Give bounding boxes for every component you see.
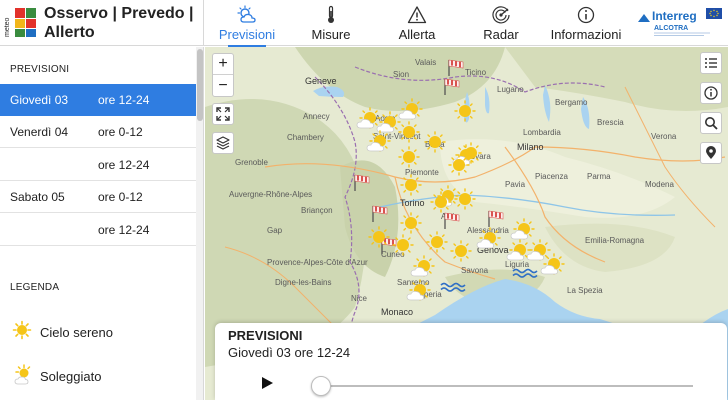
forecast-time: ore 12-24 [98,223,150,237]
forecast-day: Venerdì 04 [10,125,69,139]
sun-cloud-marker[interactable] [511,219,534,239]
forecast-time: ore 0-12 [98,190,143,204]
expand-icon [216,107,230,121]
forecast-item[interactable]: Venerdì 04 ore 0-12 [0,116,196,148]
sun-marker[interactable] [400,212,422,234]
wind-marker[interactable] [487,209,505,229]
sun-cloud-marker[interactable] [477,228,500,248]
forecast-panel: PREVISIONI Giovedì 03 ore 12-24 [215,323,727,400]
tab-misure-label: Misure [311,27,351,42]
interreg-logo[interactable]: Interreg ALCOTRA [636,6,724,38]
tab-radar-label: Radar [483,27,519,42]
forecast-item[interactable]: Sabato 05 ore 0-12 [0,181,196,213]
interreg-name: Interreg [652,9,697,23]
sun-cloud-marker[interactable] [411,256,434,276]
meteo-logo[interactable]: meteo [4,5,38,39]
sea-state-marker[interactable] [512,268,538,278]
radar-icon [492,6,510,24]
zoom-control: + − [212,53,234,97]
thermometer-icon [328,5,334,23]
sidebar-scrollbar[interactable] [196,47,203,400]
timeline-track [313,385,693,387]
legend-label: Cielo sereno [40,325,113,340]
sun-marker[interactable] [368,226,390,248]
sun-cloud-marker[interactable] [367,131,390,151]
layers-icon [216,136,230,150]
tab-allerta[interactable]: Allerta [386,0,448,46]
sun-marker[interactable] [454,188,476,210]
wind-marker[interactable] [371,204,389,224]
sun-cloud-marker[interactable] [399,99,422,119]
zoom-in-button[interactable]: + [213,54,233,75]
legend-item-soleggiato: Soleggiato [12,364,192,390]
legend-heading: LEGENDA [10,282,60,293]
play-icon [262,377,273,389]
sun-cloud-marker[interactable] [507,240,530,260]
tab-misure[interactable]: Misure [300,0,362,46]
wind-marker[interactable] [380,236,398,256]
legend-label: Soleggiato [40,369,102,384]
info-icon [577,6,595,24]
app-header: meteo Osservo | Prevedo | Allerto Previs… [0,0,728,47]
sun-cloud-marker[interactable] [377,112,400,132]
sun-marker[interactable] [400,174,422,196]
sun-cloud-icon [237,5,256,23]
tab-radar[interactable]: Radar [470,0,532,46]
layers-button[interactable] [212,132,234,154]
tab-allerta-label: Allerta [398,27,436,42]
sun-marker[interactable] [450,240,472,262]
info-icon [704,86,718,100]
sun-cloud-icon [14,364,31,385]
sun-icon [12,320,32,340]
legend-item-cielo-sereno: Cielo sereno [12,320,192,346]
forecast-day: Sabato 05 [10,190,65,204]
sidebar-scroll-thumb[interactable] [197,49,203,121]
sun-cloud-marker[interactable] [541,254,564,274]
sun-marker[interactable] [398,146,420,168]
forecast-day: Giovedì 03 [10,93,69,107]
sun-marker[interactable] [454,100,476,122]
location-button[interactable] [700,142,722,164]
forecast-heading: PREVISIONI [10,64,70,75]
forecast-time: ore 0-12 [98,125,143,139]
search-icon [705,117,718,130]
search-button[interactable] [700,112,722,134]
sidebar: PREVISIONI Giovedì 03 ore 12-24 Venerdì … [0,47,204,400]
interreg-program: ALCOTRA [654,25,688,32]
sun-marker[interactable] [426,231,448,253]
sun-marker[interactable] [398,121,420,143]
zoom-out-button[interactable]: − [213,76,233,97]
list-icon [705,58,717,68]
warning-triangle-icon [407,6,427,24]
map-info-button[interactable] [700,82,722,104]
wind-marker[interactable] [443,77,461,97]
wind-marker[interactable] [353,173,371,193]
forecast-time: ore 12-24 [98,93,150,107]
sun-cloud-marker[interactable] [357,108,380,128]
panel-title: PREVISIONI [228,328,303,343]
sea-state-marker[interactable] [440,282,466,292]
forecast-item[interactable]: ore 12-24 [0,149,196,181]
sun-cloud-marker[interactable] [407,280,430,300]
tab-previsioni-label: Previsioni [218,27,276,42]
forecast-item[interactable]: Giovedì 03 ore 12-24 [0,84,196,116]
wind-marker[interactable] [443,211,461,231]
list-button[interactable] [700,52,722,74]
forecast-item[interactable]: ore 12-24 [0,214,196,246]
sun-marker[interactable] [424,131,446,153]
timeline-slider[interactable] [311,376,693,396]
timeline-handle[interactable] [311,376,331,396]
forecast-time: ore 12-24 [98,158,150,172]
play-button[interactable] [259,375,275,391]
brand: meteo Osservo | Prevedo | Allerto [0,0,204,46]
location-pin-icon [706,146,716,159]
panel-subtitle: Giovedì 03 ore 12-24 [228,345,351,360]
tab-previsioni[interactable]: Previsioni [216,0,278,47]
wind-marker[interactable] [447,58,465,78]
tab-informazioni[interactable]: Informazioni [550,0,622,46]
logo-text: meteo [4,17,11,37]
fullscreen-button[interactable] [212,103,234,125]
app-title: Osservo | Prevedo | Allerto [44,5,194,41]
tab-informazioni-label: Informazioni [550,27,622,42]
